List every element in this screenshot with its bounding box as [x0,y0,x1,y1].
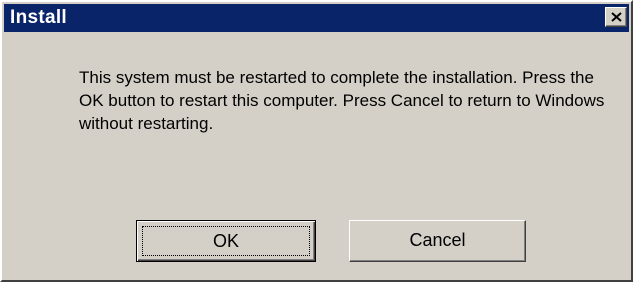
title-bar[interactable]: Install [4,4,629,32]
dialog-message: This system must be restarted to complet… [79,68,605,133]
ok-button-label: OK [142,226,310,256]
ok-button[interactable]: OK [136,220,316,262]
cancel-button[interactable]: Cancel [349,220,526,262]
window-title: Install [10,7,68,28]
install-dialog: Install This system must be restarted to… [0,0,633,282]
close-button[interactable] [605,7,627,27]
close-icon [611,12,622,22]
